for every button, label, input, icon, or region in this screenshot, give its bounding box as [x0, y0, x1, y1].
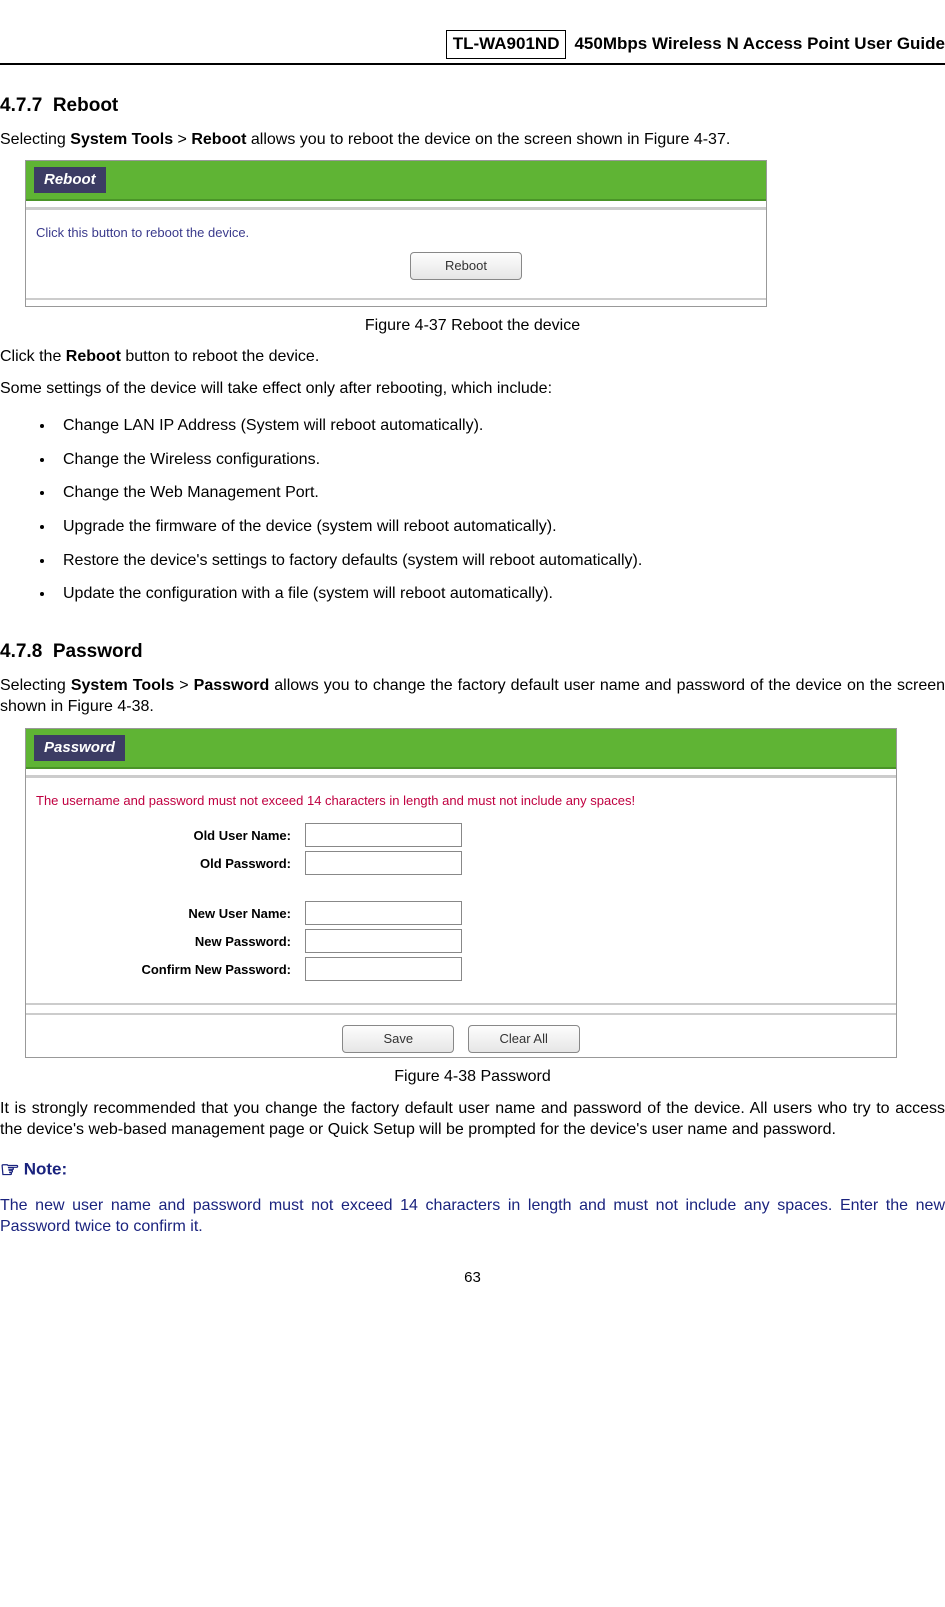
breadcrumb-part: System Tools — [70, 131, 173, 148]
list-item: Restore the device's settings to factory… — [55, 544, 945, 578]
text: > — [174, 677, 193, 694]
section-heading-reboot: 4.7.7 Reboot — [0, 93, 945, 119]
guide-title: 450Mbps Wireless N Access Point User Gui… — [574, 33, 945, 56]
input-old-username[interactable] — [305, 823, 462, 847]
save-button[interactable]: Save — [342, 1025, 454, 1053]
panel-header: Reboot — [26, 161, 766, 201]
label-confirm-password: Confirm New Password: — [36, 961, 305, 979]
input-new-password[interactable] — [305, 929, 462, 953]
input-confirm-password[interactable] — [305, 957, 462, 981]
figure-caption-reboot: Figure 4-37 Reboot the device — [0, 315, 945, 337]
reboot-bullets: Change LAN IP Address (System will reboo… — [0, 409, 945, 611]
list-item: Change LAN IP Address (System will reboo… — [55, 409, 945, 443]
label-old-username: Old User Name: — [36, 827, 305, 845]
note-label: Note: — [24, 1159, 67, 1178]
reboot-panel: Reboot Click this button to reboot the d… — [25, 160, 767, 306]
breadcrumb-part: Password — [194, 677, 270, 694]
panel-title: Password — [34, 735, 125, 761]
list-item: Update the configuration with a file (sy… — [55, 577, 945, 611]
reboot-hint: Click this button to reboot the device. — [36, 224, 756, 242]
section-heading-password: 4.7.8 Password — [0, 639, 945, 665]
note-body: The new user name and password must not … — [0, 1195, 945, 1238]
click-reboot-line: Click the Reboot button to reboot the de… — [0, 346, 945, 368]
breadcrumb-part: System Tools — [71, 677, 174, 694]
model-number: TL-WA901ND — [446, 30, 567, 59]
text: button to reboot the device. — [121, 348, 319, 365]
some-settings-line: Some settings of the device will take ef… — [0, 378, 945, 400]
page-number: 63 — [0, 1268, 945, 1288]
label-new-password: New Password: — [36, 933, 305, 951]
panel-header: Password — [26, 729, 896, 769]
list-item: Change the Web Management Port. — [55, 476, 945, 510]
list-item: Upgrade the firmware of the device (syst… — [55, 510, 945, 544]
text: > — [173, 131, 191, 148]
section-title: Password — [53, 641, 143, 662]
input-new-username[interactable] — [305, 901, 462, 925]
section-number: 4.7.8 — [0, 641, 42, 662]
password-panel: Password The username and password must … — [25, 728, 897, 1058]
figure-password: Password The username and password must … — [25, 728, 945, 1058]
reboot-button[interactable]: Reboot — [410, 252, 522, 280]
note-heading: ☞Note: — [0, 1155, 945, 1185]
label-old-password: Old Password: — [36, 855, 305, 873]
document-header: TL-WA901ND 450Mbps Wireless N Access Poi… — [0, 30, 945, 65]
reboot-intro: Selecting System Tools > Reboot allows y… — [0, 129, 945, 151]
figure-reboot: Reboot Click this button to reboot the d… — [25, 160, 945, 306]
section-number: 4.7.7 — [0, 95, 42, 116]
password-intro: Selecting System Tools > Password allows… — [0, 675, 945, 718]
text-bold: Reboot — [66, 348, 121, 365]
breadcrumb-part: Reboot — [191, 131, 246, 148]
password-warning: The username and password must not excee… — [36, 792, 886, 810]
section-title: Reboot — [53, 95, 118, 116]
text: Click the — [0, 348, 66, 365]
text: Selecting — [0, 677, 71, 694]
text: Selecting — [0, 131, 70, 148]
figure-caption-password: Figure 4-38 Password — [0, 1066, 945, 1088]
clear-all-button[interactable]: Clear All — [468, 1025, 580, 1053]
list-item: Change the Wireless configurations. — [55, 443, 945, 477]
panel-title: Reboot — [34, 167, 106, 193]
input-old-password[interactable] — [305, 851, 462, 875]
text: allows you to reboot the device on the s… — [246, 131, 730, 148]
note-icon: ☞ — [0, 1157, 20, 1182]
password-recommend: It is strongly recommended that you chan… — [0, 1098, 945, 1141]
label-new-username: New User Name: — [36, 905, 305, 923]
